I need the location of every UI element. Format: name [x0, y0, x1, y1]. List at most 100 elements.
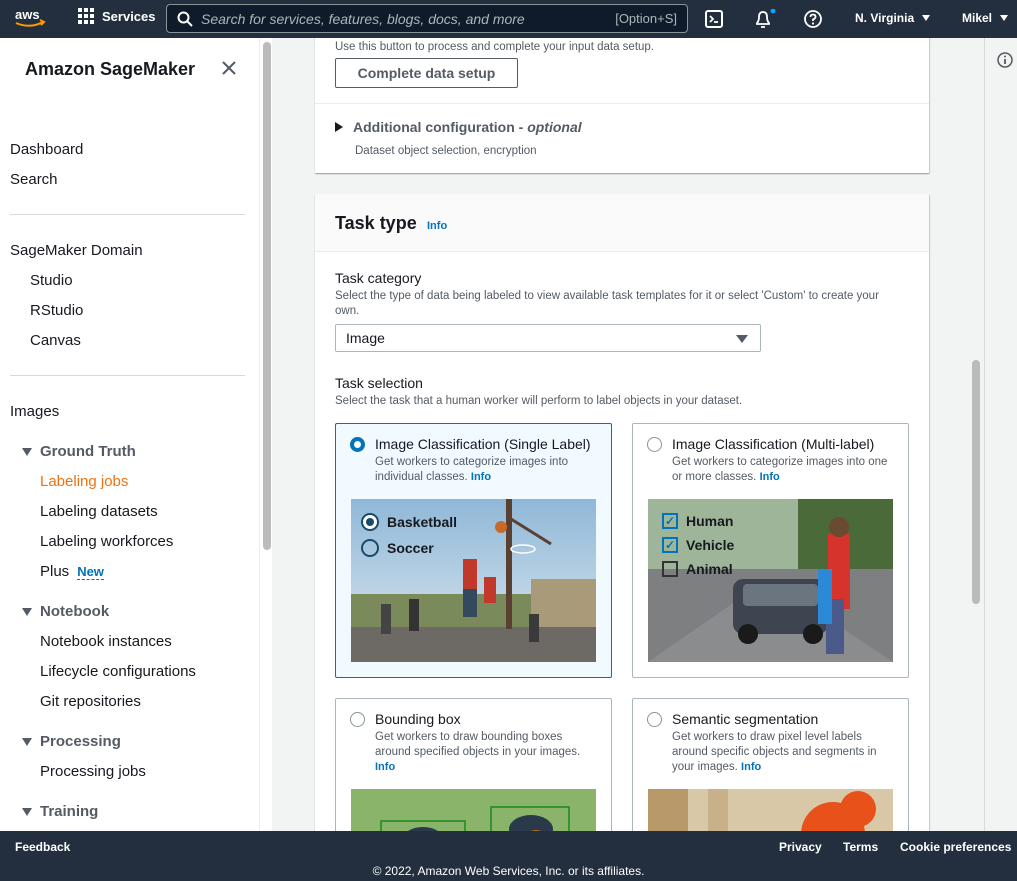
sidebar-item-dashboard[interactable]: Dashboard: [10, 141, 83, 158]
tile-title: Semantic segmentation: [672, 711, 819, 727]
sidebar-item-labeling-jobs[interactable]: Labeling jobs: [40, 473, 128, 490]
radio-button[interactable]: [647, 437, 662, 452]
sidebar-item-rstudio[interactable]: RStudio: [30, 302, 83, 319]
radio-button[interactable]: [350, 437, 365, 452]
additional-config-desc: Dataset object selection, encryption: [355, 145, 537, 157]
chevron-down-icon: [922, 15, 931, 21]
basketball-image: Basketball Soccer: [351, 499, 596, 662]
info-link[interactable]: Info: [471, 471, 491, 483]
sidebar-item-processing-jobs[interactable]: Processing jobs: [40, 763, 146, 780]
sidebar-item-studio[interactable]: Studio: [30, 272, 73, 289]
sidebar-item-labeling-datasets[interactable]: Labeling datasets: [40, 503, 158, 520]
task-category-label: Task category: [335, 270, 422, 286]
sidebar-group-processing[interactable]: Processing: [22, 733, 121, 750]
sidebar-scrollbar[interactable]: [263, 42, 271, 550]
user-menu[interactable]: Mikel: [962, 11, 1009, 25]
cloudshell-icon[interactable]: [704, 9, 724, 29]
sidebar-item-notebook-instances[interactable]: Notebook instances: [40, 633, 172, 650]
tile-desc: Get workers to draw bounding boxes aroun…: [375, 731, 581, 773]
info-link[interactable]: Info: [375, 761, 395, 773]
search-icon: [177, 11, 193, 27]
sidebar-item-plus[interactable]: Plus New: [40, 563, 104, 580]
task-category-desc: Select the type of data being labeled to…: [335, 290, 879, 317]
sidebar-group-training[interactable]: Training: [22, 803, 98, 820]
help-panel-rail: [984, 38, 1017, 831]
info-link[interactable]: Info: [760, 471, 780, 483]
divider: [10, 214, 245, 215]
task-tile-semantic-segmentation[interactable]: Semantic segmentation Get workers to dra…: [632, 698, 909, 831]
grid-icon: [78, 8, 94, 24]
checkbox-empty-icon: [662, 561, 678, 577]
tile-title: Image Classification (Multi-label): [672, 436, 875, 452]
caret-down-icon: [22, 807, 32, 816]
checkbox-checked-icon: ✓: [662, 513, 678, 529]
caret-down-icon: [22, 607, 32, 616]
top-navigation: aws Services [Option+S] N. Virginia Mike…: [0, 0, 1017, 38]
new-badge: New: [77, 564, 104, 580]
optional-label: optional: [527, 119, 582, 135]
main-content: Use this button to process and complete …: [272, 38, 984, 831]
task-tile-image-classification-multi[interactable]: Image Classification (Multi-label) Get w…: [632, 423, 909, 678]
group-label: Processing: [40, 733, 121, 750]
region-label: N. Virginia: [855, 11, 915, 25]
help-icon[interactable]: [803, 9, 823, 29]
search-input[interactable]: [201, 10, 601, 27]
street-image: ✓ Human ✓ Vehicle Animal: [648, 499, 893, 662]
task-tile-image-classification-single[interactable]: Image Classification (Single Label) Get …: [335, 423, 612, 678]
sidebar-item-domain[interactable]: SageMaker Domain: [10, 242, 143, 259]
radio-icon: [361, 539, 379, 557]
main-scrollbar[interactable]: [972, 360, 980, 604]
task-selection-label: Task selection: [335, 375, 423, 391]
aws-logo[interactable]: aws: [14, 6, 46, 30]
group-label: Ground Truth: [40, 443, 136, 460]
data-setup-card: Use this button to process and complete …: [315, 38, 929, 173]
search-shortcut: [Option+S]: [615, 11, 677, 26]
example-option: Soccer: [361, 539, 457, 557]
terms-link[interactable]: Terms: [843, 840, 878, 854]
region-selector[interactable]: N. Virginia: [855, 11, 931, 25]
tile-title: Image Classification (Single Label): [375, 436, 591, 452]
sidebar: Amazon SageMaker Dashboard Search SageMa…: [0, 38, 260, 831]
task-tile-bounding-box[interactable]: Bounding box Get workers to draw boundin…: [335, 698, 612, 831]
card-header: Task type Info: [315, 194, 929, 252]
group-label: Notebook: [40, 603, 110, 620]
close-icon[interactable]: [220, 59, 238, 77]
data-setup-hint: Use this button to process and complete …: [335, 41, 654, 53]
sidebar-item-canvas[interactable]: Canvas: [30, 332, 81, 349]
radio-button[interactable]: [647, 712, 662, 727]
cookie-preferences-link[interactable]: Cookie preferences: [900, 840, 1011, 854]
services-menu[interactable]: Services: [78, 8, 156, 24]
tile-desc: Get workers to categorize images into in…: [375, 456, 569, 483]
radio-button[interactable]: [350, 712, 365, 727]
task-category-select[interactable]: Image: [335, 324, 761, 352]
sidebar-item-git[interactable]: Git repositories: [40, 693, 141, 710]
caret-down-icon: [22, 737, 32, 746]
task-type-card: Task type Info Task category Select the …: [315, 194, 929, 831]
info-icon[interactable]: [997, 52, 1013, 68]
tile-title: Bounding box: [375, 711, 461, 727]
info-link[interactable]: Info: [427, 220, 447, 232]
sidebar-item-lifecycle[interactable]: Lifecycle configurations: [40, 663, 196, 680]
sidebar-item-images[interactable]: Images: [10, 403, 59, 420]
additional-config-toggle[interactable]: Additional configuration - optional: [335, 119, 582, 135]
bell-icon[interactable]: [753, 8, 776, 29]
svg-text:aws: aws: [15, 7, 40, 22]
segmentation-image: [648, 789, 893, 831]
divider: [10, 375, 245, 376]
example-options: Basketball Soccer: [361, 513, 457, 557]
user-label: Mikel: [962, 11, 993, 25]
sidebar-group-notebook[interactable]: Notebook: [22, 603, 109, 620]
complete-data-setup-button[interactable]: Complete data setup: [335, 58, 518, 88]
sidebar-group-ground-truth[interactable]: Ground Truth: [22, 443, 136, 460]
feedback-link[interactable]: Feedback: [15, 840, 70, 854]
info-link[interactable]: Info: [741, 761, 761, 773]
tile-desc: Get workers to draw pixel level labels a…: [672, 731, 877, 773]
example-options: ✓ Human ✓ Vehicle Animal: [662, 513, 734, 577]
footer: Feedback Privacy Terms Cookie preference…: [0, 831, 1017, 881]
sidebar-item-search[interactable]: Search: [10, 171, 58, 188]
chevron-down-icon: [1000, 15, 1009, 21]
tile-desc: Get workers to categorize images into on…: [672, 456, 888, 483]
sidebar-item-labeling-workforces[interactable]: Labeling workforces: [40, 533, 173, 550]
birds-image: [351, 789, 596, 831]
privacy-link[interactable]: Privacy: [779, 840, 822, 854]
